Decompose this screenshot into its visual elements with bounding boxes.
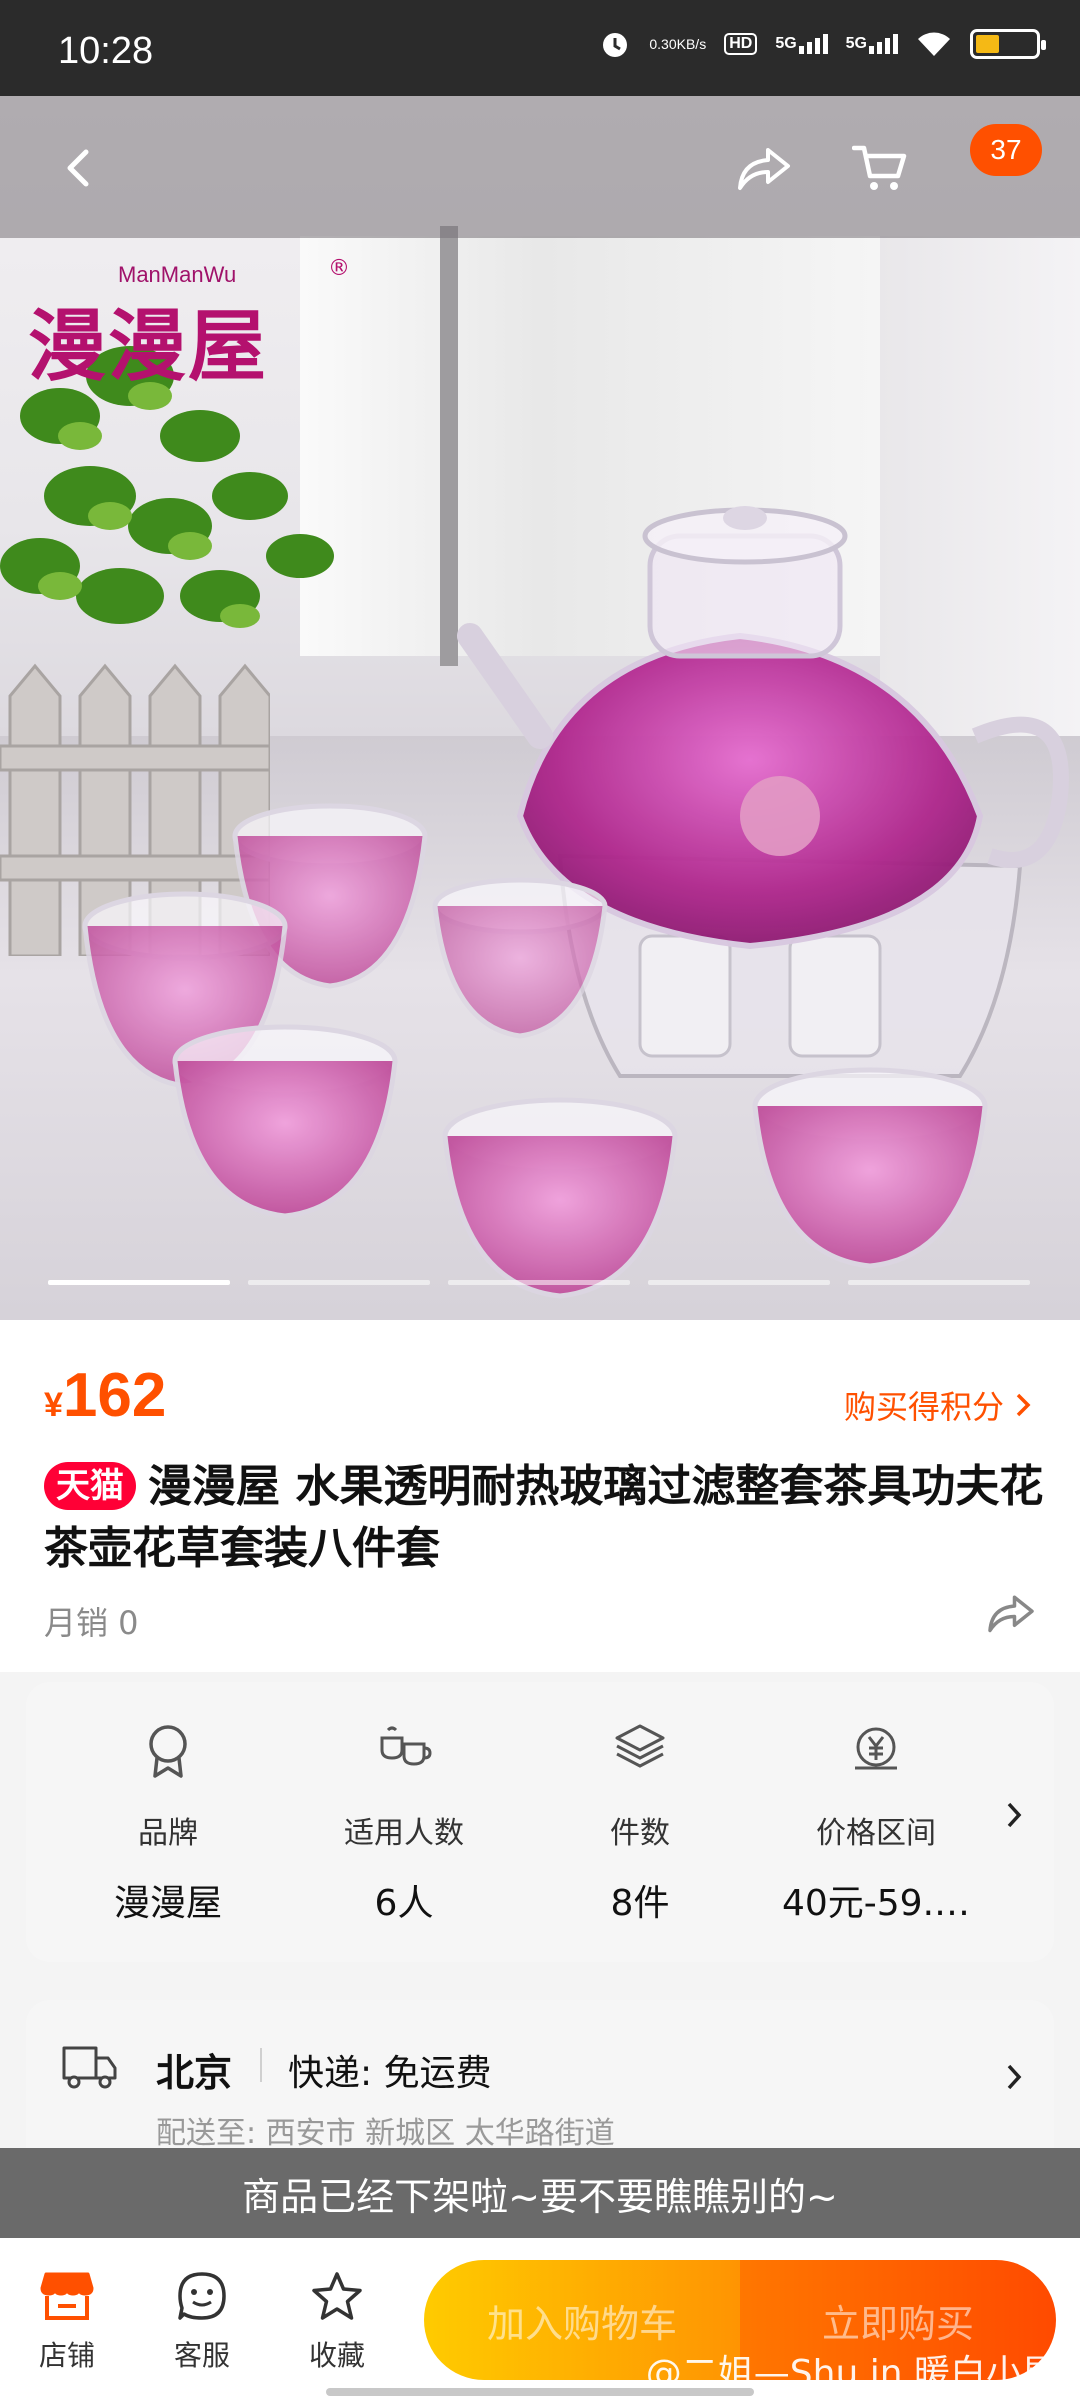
share-icon [738, 148, 790, 190]
cart-count-badge[interactable]: 37 [970, 124, 1042, 176]
service-face-icon [157, 2268, 247, 2324]
home-indicator[interactable] [326, 2388, 754, 2396]
monthly-sales: 月销 0 [44, 1604, 139, 1642]
status-icons: 0.30 KB/s HD 5G 5G [599, 28, 1046, 60]
favorite-label: 收藏 [308, 2339, 365, 2372]
brand-logo-reg: ® [328, 256, 350, 281]
tmall-tag: 天猫 [44, 1462, 136, 1510]
shop-label: 店铺 [38, 2339, 95, 2372]
brand-logo: ManManWu 漫漫屋 ® [28, 254, 358, 392]
delivery-express: 快递: 免运费 [288, 2053, 492, 2094]
share-icon [988, 1595, 1034, 1633]
wifi-icon [916, 30, 952, 58]
delivery-city: 北京 [156, 2051, 233, 2095]
delivery-card[interactable]: 北京 快递: 免运费 配送至: 西安市 新城区 太华路街道 [26, 2000, 1054, 2160]
price-currency: ¥ [44, 1386, 63, 1424]
product-share-button[interactable] [986, 1592, 1036, 1638]
carousel-indicator [48, 1280, 1030, 1285]
sim2-label: 5G [845, 35, 867, 52]
service-label: 客服 [173, 2339, 230, 2372]
net-speed-value: 0.30 [649, 35, 677, 52]
carousel-dot[interactable] [448, 1280, 630, 1285]
favorite-button[interactable]: 收藏 [292, 2268, 382, 2374]
share-button[interactable] [732, 136, 796, 200]
carousel-dot[interactable] [248, 1280, 430, 1285]
brand-logo-zh: 漫漫屋 [28, 301, 269, 392]
star-icon [292, 2268, 382, 2324]
param-price-range: 价格区间 40元-59.… [766, 1722, 986, 1926]
sim1-label: 5G [775, 35, 797, 52]
customer-service-button[interactable]: 客服 [157, 2268, 247, 2374]
chevron-right-icon [1007, 1802, 1022, 1828]
net-speed: 0.30 KB/s [649, 35, 707, 52]
status-bar: 10:28 0.30 KB/s HD 5G 5G [0, 0, 1080, 96]
signal-sim2-icon: 5G [846, 34, 898, 54]
chevron-right-icon [1007, 2064, 1022, 2090]
hd-icon: HD [724, 33, 758, 55]
price-value: 162 [62, 1361, 167, 1430]
param-value: 40元-59.… [781, 1883, 971, 1924]
divider [260, 2048, 262, 2082]
off-shelf-notice[interactable]: 商品已经下架啦~要不要瞧瞧别的~ [0, 2148, 1080, 2238]
net-speed-unit: KB/s [676, 35, 707, 52]
yen-coin-icon [766, 1722, 986, 1782]
product-title: 天猫 漫漫屋 水果透明耐热玻璃过滤整套茶具功夫花茶壶花草套装八件套 [44, 1456, 1044, 1580]
price: ¥162 [44, 1360, 166, 1431]
alarm-icon [599, 28, 631, 60]
chevron-right-icon [1016, 1393, 1031, 1417]
param-value: 漫漫屋 [113, 1883, 222, 1924]
teacups-icon [294, 1722, 514, 1782]
signal-sim1-icon: 5G [775, 34, 828, 54]
param-value: 8件 [610, 1883, 670, 1924]
carousel-dot[interactable] [848, 1280, 1030, 1285]
param-users: 适用人数 6人 [294, 1722, 514, 1926]
params-more-button[interactable] [1004, 1800, 1024, 1834]
cart-button[interactable] [848, 136, 912, 200]
points-label: 购买得积分 [843, 1388, 1004, 1426]
delivery-more-button[interactable] [1004, 2062, 1024, 2096]
product-image-carousel[interactable]: ManManWu 漫漫屋 ® [0, 96, 1080, 1320]
back-button[interactable] [46, 136, 110, 200]
status-time: 10:28 [58, 30, 154, 72]
top-nav-bar [0, 96, 1080, 238]
param-value: 6人 [374, 1883, 434, 1924]
delivery-address: 配送至: 西安市 新城区 太华路街道 [156, 2116, 615, 2151]
back-arrow-icon [67, 149, 89, 187]
param-label: 价格区间 [816, 1816, 936, 1851]
points-link[interactable]: 购买得积分 [844, 1382, 1032, 1428]
param-label: 适用人数 [344, 1816, 464, 1851]
param-label: 件数 [610, 1816, 670, 1851]
param-brand: 品牌 漫漫屋 [58, 1722, 278, 1926]
carousel-dot[interactable] [48, 1280, 230, 1285]
battery-icon [970, 29, 1046, 59]
award-icon [58, 1722, 278, 1782]
carousel-dot[interactable] [648, 1280, 830, 1285]
product-title-text: 漫漫屋 水果透明耐热玻璃过滤整套茶具功夫花茶壶花草套装八件套 [44, 1461, 1044, 1574]
param-label: 品牌 [138, 1816, 198, 1851]
product-params-card[interactable]: 品牌 漫漫屋 适用人数 6人 件数 8件 价格区间 40元-59.… [26, 1682, 1054, 1962]
shop-button[interactable]: 店铺 [22, 2268, 112, 2374]
cart-icon [852, 145, 907, 190]
product-info: ¥162 购买得积分 天猫 漫漫屋 水果透明耐热玻璃过滤整套茶具功夫花茶壶花草套装… [0, 1320, 1080, 1672]
param-pieces: 件数 8件 [530, 1722, 750, 1926]
layers-icon [530, 1722, 750, 1782]
store-icon [22, 2268, 112, 2324]
truck-icon [60, 2040, 118, 2096]
